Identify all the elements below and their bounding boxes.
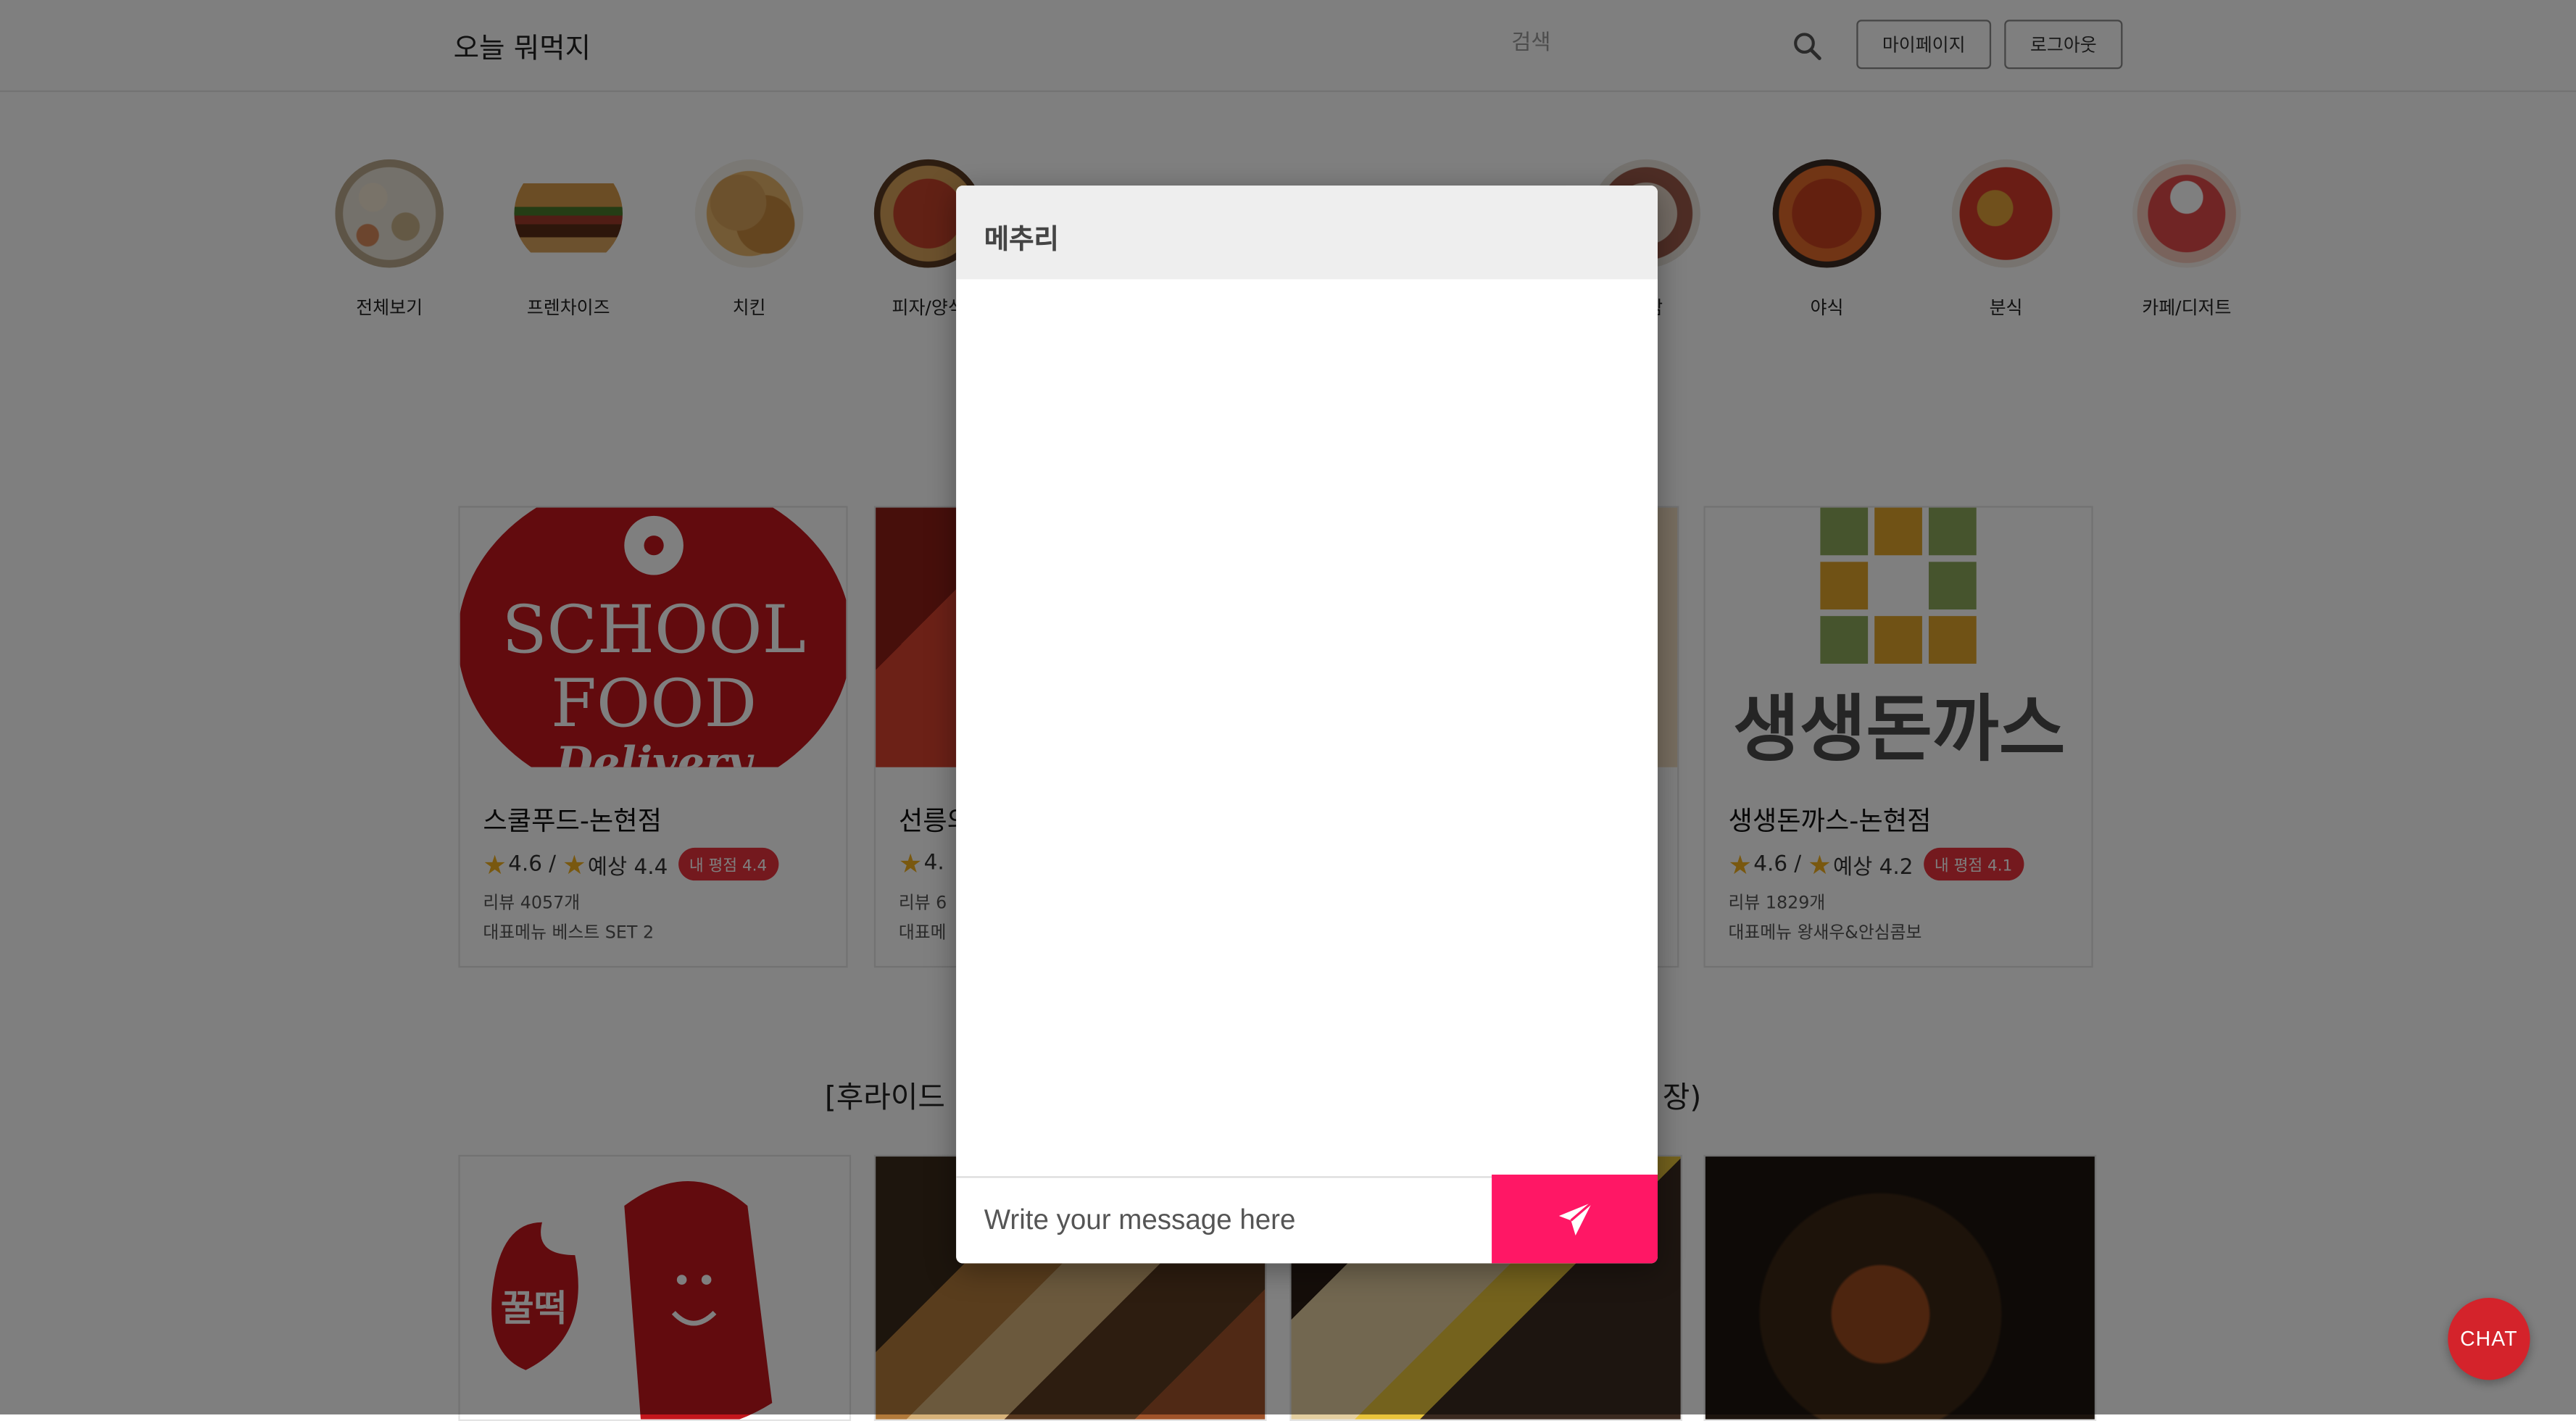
message-input[interactable] <box>956 1176 1492 1264</box>
chat-modal: 메추리 <box>956 186 1658 1264</box>
chat-modal-title: 메추리 <box>984 223 1059 255</box>
chat-message-area[interactable] <box>956 279 1658 1177</box>
send-icon <box>1558 1201 1592 1236</box>
chat-modal-header: 메추리 <box>956 186 1658 280</box>
chat-floating-button[interactable]: CHAT <box>2448 1298 2530 1380</box>
send-button[interactable] <box>1492 1174 1658 1264</box>
